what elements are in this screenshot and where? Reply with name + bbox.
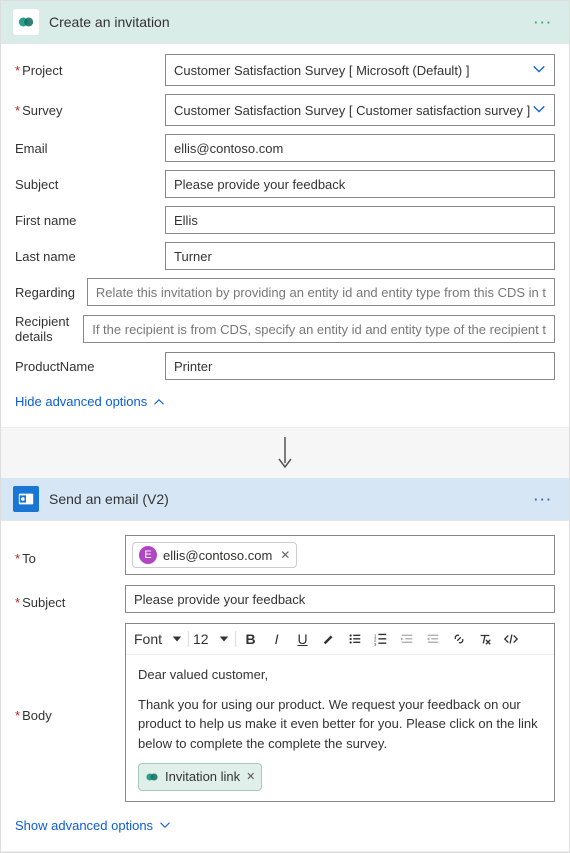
body-text: Thank you for using our product. We requ… (138, 695, 542, 754)
font-select[interactable]: Font (134, 631, 189, 647)
indent-button[interactable] (422, 628, 444, 650)
invitation-header[interactable]: Create an invitation ··· (1, 1, 569, 44)
italic-button[interactable]: I (266, 628, 288, 650)
email-more-menu[interactable]: ··· (530, 492, 557, 507)
avatar: E (139, 546, 157, 564)
outlook-icon (13, 486, 39, 512)
project-label: *Project (15, 63, 165, 78)
link-button[interactable] (448, 628, 470, 650)
body-greeting: Dear valued customer, (138, 665, 542, 685)
lastname-input[interactable]: Turner (165, 242, 555, 270)
email-input[interactable]: ellis@contoso.com (165, 134, 555, 162)
productname-input[interactable]: Printer (165, 352, 555, 380)
chevron-down-icon (532, 102, 546, 119)
chevron-up-icon (153, 396, 165, 408)
chevron-down-icon (532, 62, 546, 79)
caret-down-icon (172, 634, 182, 644)
customer-voice-icon (13, 9, 39, 35)
email-label: Email (15, 141, 165, 156)
rich-text-toolbar: Font 12 B I U (126, 624, 554, 655)
caret-down-icon (219, 634, 229, 644)
outdent-button[interactable] (396, 628, 418, 650)
to-label: *To (15, 535, 125, 575)
productname-label: ProductName (15, 359, 165, 374)
email-title: Send an email (V2) (49, 491, 530, 507)
highlight-button[interactable] (318, 628, 340, 650)
firstname-input[interactable]: Ellis (165, 206, 555, 234)
show-advanced-link[interactable]: Show advanced options (15, 812, 171, 837)
project-select[interactable]: Customer Satisfaction Survey [ Microsoft… (165, 54, 555, 86)
bullet-list-button[interactable] (344, 628, 366, 650)
svg-text:3: 3 (374, 642, 377, 646)
remove-chip-icon[interactable]: ✕ (280, 548, 290, 562)
regarding-input[interactable]: Relate this invitation by providing an e… (87, 278, 555, 306)
underline-button[interactable]: U (292, 628, 314, 650)
email-header[interactable]: Send an email (V2) ··· (1, 478, 569, 521)
subject-label: Subject (15, 177, 165, 192)
to-input[interactable]: E ellis@contoso.com ✕ (125, 535, 555, 575)
bold-button[interactable]: B (240, 628, 262, 650)
email-subject-input[interactable]: Please provide your feedback (125, 585, 555, 613)
body-label: *Body (15, 623, 125, 802)
survey-select[interactable]: Customer Satisfaction Survey [ Customer … (165, 94, 555, 126)
size-select[interactable]: 12 (193, 631, 236, 647)
flow-arrow (1, 428, 569, 478)
regarding-label: Regarding (15, 285, 87, 300)
clear-format-button[interactable] (474, 628, 496, 650)
recipient-chip[interactable]: E ellis@contoso.com ✕ (132, 542, 297, 568)
code-view-button[interactable] (500, 628, 522, 650)
lastname-label: Last name (15, 249, 165, 264)
recipient-input[interactable]: If the recipient is from CDS, specify an… (83, 315, 555, 343)
body-content[interactable]: Dear valued customer, Thank you for usin… (126, 655, 554, 801)
recipient-email: ellis@contoso.com (163, 548, 272, 563)
invitation-card: Create an invitation ··· *Project Custom… (1, 1, 569, 428)
hide-advanced-link[interactable]: Hide advanced options (15, 388, 165, 413)
firstname-label: First name (15, 213, 165, 228)
survey-label: *Survey (15, 103, 165, 118)
number-list-button[interactable]: 123 (370, 628, 392, 650)
invitation-more-menu[interactable]: ··· (530, 15, 557, 30)
recipient-label: Recipient details (15, 314, 83, 344)
email-card: Send an email (V2) ··· *To E ellis@conto… (1, 478, 569, 852)
invitation-title: Create an invitation (49, 14, 530, 30)
subject-input[interactable]: Please provide your feedback (165, 170, 555, 198)
chevron-down-icon (159, 819, 171, 831)
body-editor[interactable]: Font 12 B I U (125, 623, 555, 802)
email-subject-label: *Subject (15, 585, 125, 613)
